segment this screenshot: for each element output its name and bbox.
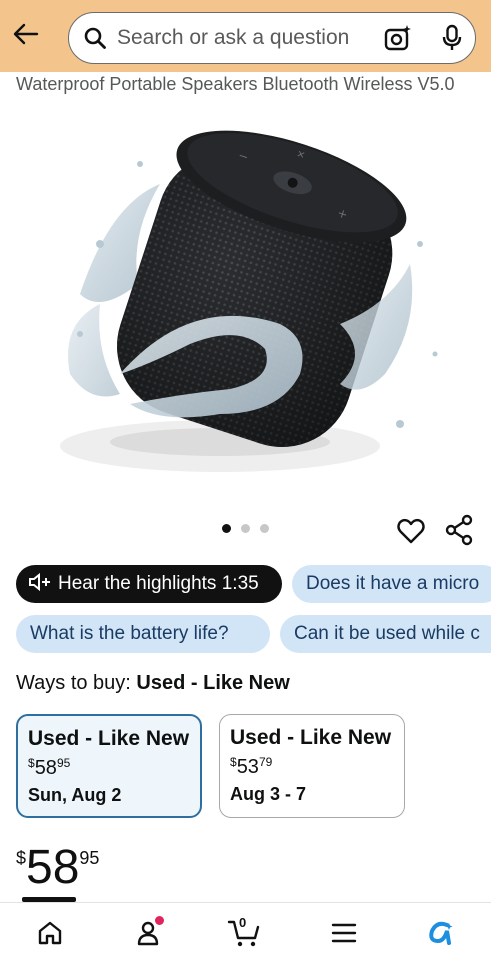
question-chip[interactable]: What is the battery life? (16, 615, 270, 653)
question-chip-label: Can it be used while c (294, 623, 480, 644)
pager-dot[interactable] (241, 524, 250, 533)
price-whole: 53 (236, 756, 259, 778)
price-currency: $ (16, 848, 27, 868)
image-pager[interactable] (222, 524, 269, 533)
buy-option-title: Used - Like New (230, 726, 392, 749)
price-whole: 58 (26, 841, 80, 894)
mic-icon (442, 24, 462, 50)
search-input[interactable] (117, 23, 377, 53)
product-title[interactable]: Waterproof Portable Speakers Bluetooth W… (16, 72, 476, 96)
buy-option-delivery: Sun, Aug 2 (28, 785, 122, 805)
bottom-navigation: 0 (0, 897, 491, 960)
hear-highlights-button[interactable]: Hear the highlights 1:35 (16, 565, 282, 603)
buy-option-price: $5895 (28, 754, 190, 782)
highlights-label: Hear the highlights (58, 573, 217, 594)
nav-menu-button[interactable] (326, 915, 362, 951)
ways-to-buy-label: Ways to buy: (16, 672, 131, 694)
speaker-icon (29, 573, 50, 592)
camera-icon (384, 25, 411, 51)
question-chip[interactable]: Does it have a micro (292, 565, 491, 603)
question-chip-label: Does it have a micro (306, 573, 480, 594)
search-bar[interactable] (68, 12, 476, 64)
rufus-icon (429, 921, 453, 945)
add-to-wishlist-button[interactable] (396, 516, 426, 546)
pager-dot[interactable] (222, 524, 231, 533)
buy-option-delivery: Aug 3 - 7 (230, 784, 307, 804)
price-currency: $ (28, 756, 35, 770)
price-whole: 58 (34, 757, 57, 779)
nav-rufus-button[interactable] (424, 915, 460, 951)
buy-option-card[interactable]: Used - Like New $5895 Sun, Aug 2 (16, 714, 202, 818)
nav-account-button[interactable] (130, 915, 166, 951)
ways-to-buy-selected: Used - Like New (136, 672, 290, 694)
buy-option-price: $5379 (230, 753, 394, 781)
share-button[interactable] (444, 514, 474, 546)
question-chip-label: What is the battery life? (30, 623, 229, 644)
home-icon (38, 921, 62, 945)
back-button[interactable] (8, 16, 44, 52)
notification-badge (155, 916, 164, 925)
nav-home-button[interactable] (32, 915, 68, 951)
cart-count: 0 (239, 915, 247, 930)
buy-option-title: Used - Like New (28, 727, 190, 750)
menu-icon (331, 923, 357, 943)
active-tab-indicator (22, 897, 76, 902)
heart-icon (397, 518, 425, 544)
product-image[interactable]: − + ✕ (40, 124, 460, 496)
product-price: $5895 (16, 842, 99, 902)
price-cents: 95 (79, 848, 100, 868)
pager-dot[interactable] (260, 524, 269, 533)
question-chip[interactable]: Can it be used while c (280, 615, 491, 653)
buy-option-card[interactable]: Used - Like New $5379 Aug 3 - 7 (219, 714, 405, 818)
share-icon (445, 514, 473, 546)
search-icon (84, 27, 106, 49)
price-currency: $ (230, 755, 237, 769)
nav-cart-button[interactable]: 0 (226, 915, 262, 951)
voice-search-button[interactable] (437, 23, 467, 53)
top-bar (0, 0, 491, 72)
speaker-product-illustration: − + ✕ (60, 130, 438, 472)
back-arrow-icon (13, 23, 39, 45)
highlights-duration: 1:35 (221, 573, 259, 594)
price-cents: 95 (56, 756, 71, 770)
ways-to-buy-heading: Ways to buy: Used - Like New (16, 672, 290, 695)
camera-search-button[interactable] (383, 23, 413, 53)
price-cents: 79 (258, 755, 273, 769)
